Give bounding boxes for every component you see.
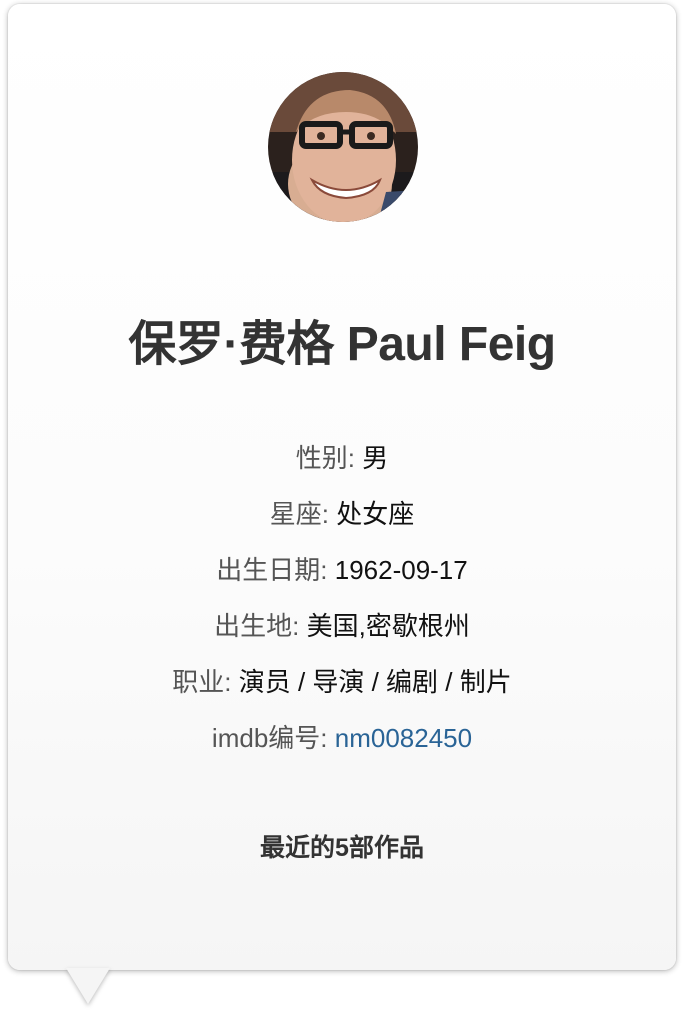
person-info-list: 性别: 男 星座: 处女座 出生日期: 1962-09-17 出生地: 美国,密… bbox=[8, 430, 676, 766]
info-value: 男 bbox=[362, 443, 389, 473]
avatar bbox=[268, 72, 418, 222]
info-row-occupation: 职业: 演员 / 导演 / 编剧 / 制片 bbox=[172, 667, 512, 697]
info-label: 职业 bbox=[172, 667, 225, 697]
info-value: 1962-09-17 bbox=[334, 555, 468, 585]
info-row-birthplace: 出生地: 美国,密歇根州 bbox=[214, 611, 470, 641]
info-row-gender: 性别: 男 bbox=[295, 443, 389, 473]
info-label: 出生日期 bbox=[216, 555, 321, 585]
info-row-imdb: imdb编号: nm0082450 bbox=[211, 723, 473, 753]
avatar-photo bbox=[268, 72, 418, 222]
info-label: imdb编号 bbox=[211, 723, 321, 753]
imdb-link[interactable]: nm0082450 bbox=[335, 723, 472, 753]
popover-pointer bbox=[66, 968, 110, 1004]
info-label: 出生地 bbox=[214, 611, 293, 641]
info-value: 处女座 bbox=[336, 499, 415, 529]
person-popover-card: 保罗·费格 Paul Feig 性别: 男 星座: 处女座 出生日期: 1962… bbox=[8, 4, 676, 970]
recent-works-heading: 最近的5部作品 bbox=[260, 834, 424, 862]
info-label: 星座 bbox=[269, 499, 322, 529]
info-value: 演员 / 导演 / 编剧 / 制片 bbox=[238, 667, 512, 697]
info-value: 美国,密歇根州 bbox=[306, 611, 470, 641]
info-row-birthdate: 出生日期: 1962-09-17 bbox=[216, 555, 468, 585]
info-label: 性别 bbox=[295, 443, 348, 473]
person-name: 保罗·费格 Paul Feig bbox=[128, 318, 556, 371]
info-row-zodiac: 星座: 处女座 bbox=[269, 499, 415, 529]
